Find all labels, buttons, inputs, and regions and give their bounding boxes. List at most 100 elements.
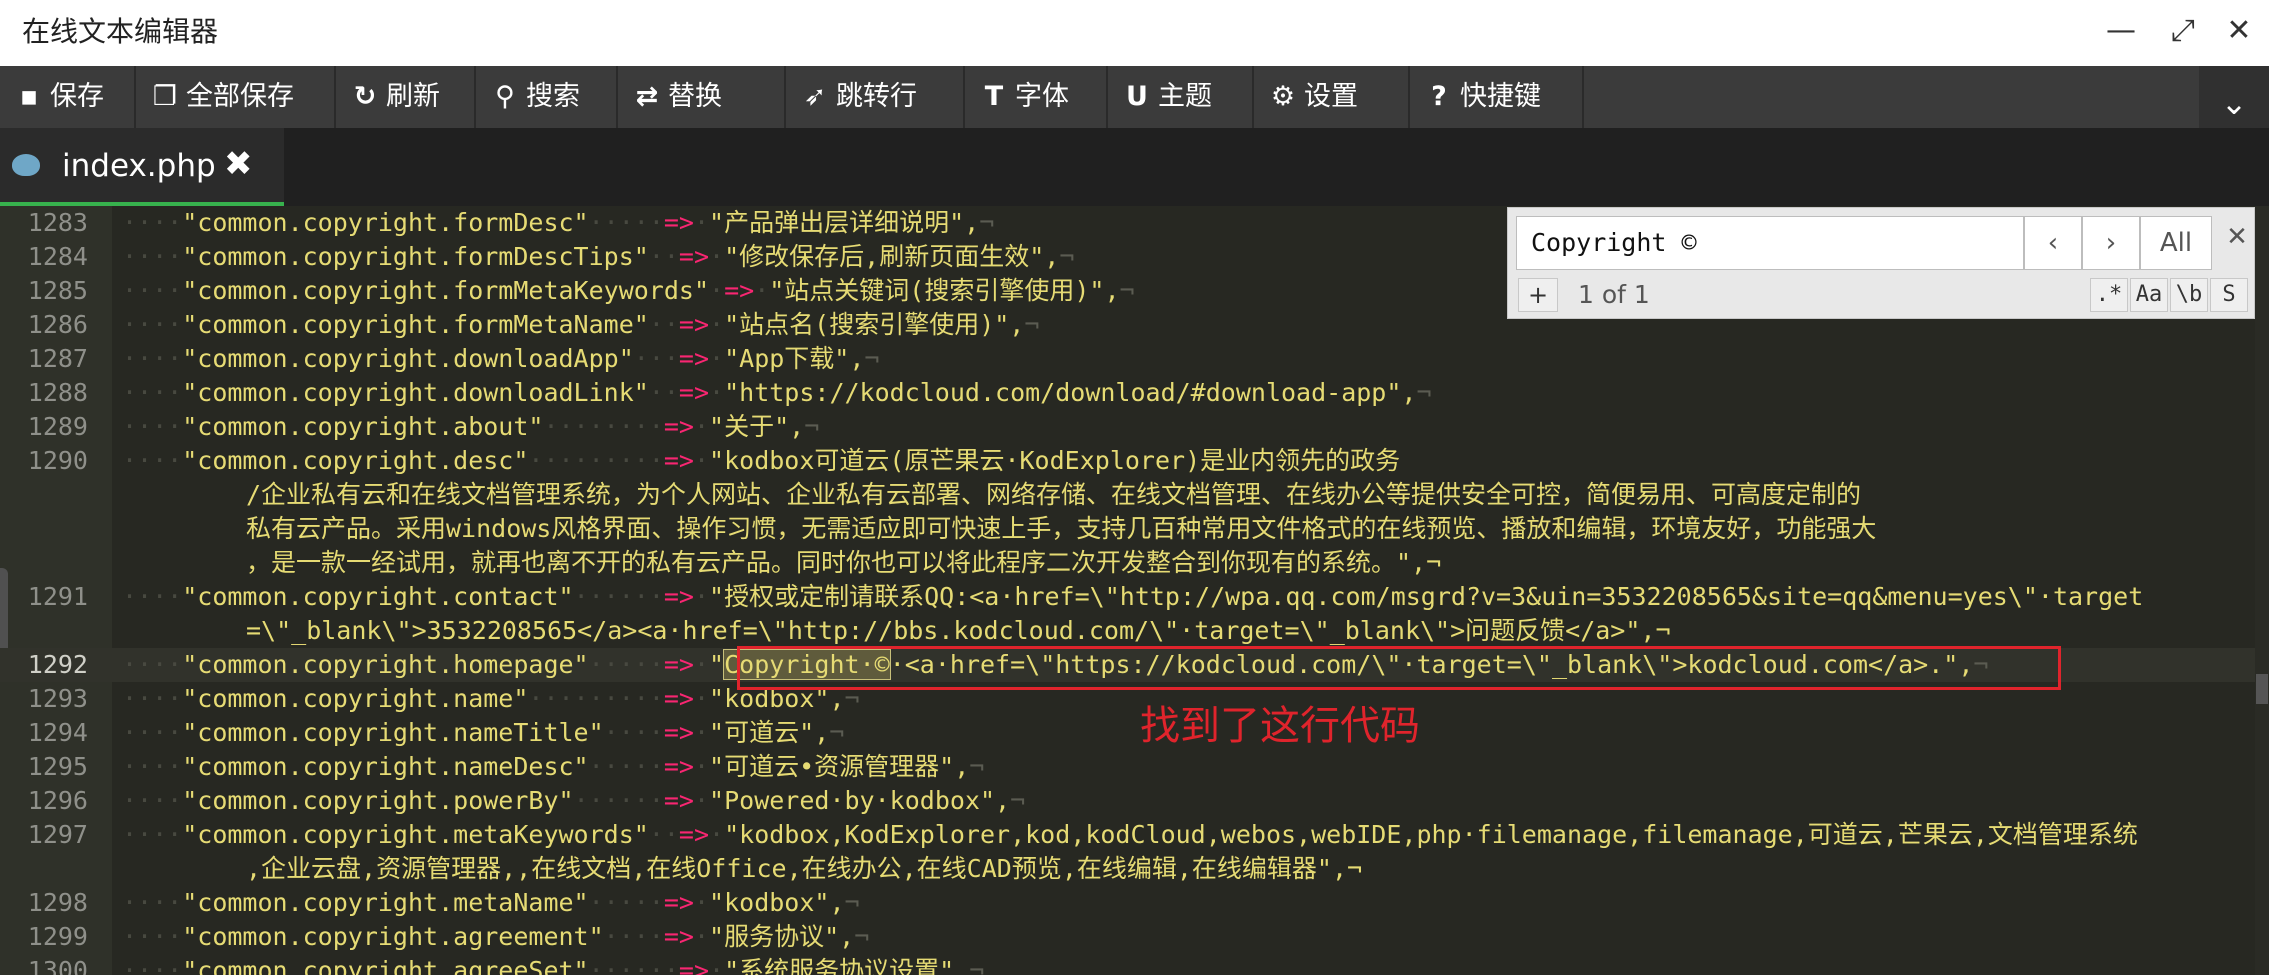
line-number: 1286 xyxy=(27,310,88,339)
tab-index-php[interactable]: index.php ✖ xyxy=(0,128,284,206)
save-icon: ▪ xyxy=(19,81,39,112)
code-editor[interactable]: 1283 ····"common.copyright.formDesc"·····… xyxy=(0,206,2269,975)
toggle-replace-button[interactable]: + xyxy=(1518,278,1558,312)
toolbar-button-6[interactable]: T 字体 xyxy=(965,66,1108,128)
padding: · xyxy=(709,956,725,975)
padding: ·· xyxy=(648,378,679,407)
padding: ····· xyxy=(588,752,664,781)
padding: · xyxy=(693,922,710,951)
indent: ···· xyxy=(122,888,183,917)
padding: · xyxy=(693,752,710,781)
search-panel: Copyright © ‹ › All ✕ + 1 of 1 .* Aa \b … xyxy=(1507,207,2255,319)
scroll-thumb[interactable] xyxy=(2256,674,2268,704)
help-icon: ? xyxy=(1431,81,1447,112)
padding: · xyxy=(693,582,710,611)
indent: ···· xyxy=(122,378,183,407)
case-option-button[interactable]: Aa xyxy=(2130,278,2168,312)
padding: · xyxy=(693,684,710,713)
close-window-button[interactable]: ✕ xyxy=(2216,8,2262,54)
operator-arrow: => xyxy=(678,378,710,407)
code-line[interactable]: 1295 ····"common.copyright.nameDesc"·····… xyxy=(0,750,2269,784)
title-bar: 在线文本编辑器 — ⤢ ✕ xyxy=(0,0,2269,66)
padding: · xyxy=(693,412,710,441)
goto-line-icon: ➶ xyxy=(803,81,827,112)
code-line[interactable]: ，是一款一经试用，就再也离不开的私有云产品。同时你也可以将此程序二次开发整合到你… xyxy=(0,546,2269,580)
eol-marker: ¬ xyxy=(969,956,985,975)
search-all-button[interactable]: All xyxy=(2140,216,2212,270)
toolbar-button-5[interactable]: ➶ 跳转行 xyxy=(786,66,965,128)
code-line[interactable]: 1297 ····"common.copyright.metaKeywords"·… xyxy=(0,818,2269,852)
search-close-icon[interactable]: ✕ xyxy=(2222,222,2252,252)
code-line[interactable]: 1287 ····"common.copyright.downloadApp"··… xyxy=(0,342,2269,376)
search-next-button[interactable]: › xyxy=(2082,216,2140,270)
toolbar-label: 字体 xyxy=(1015,81,1069,112)
indent: ···· xyxy=(122,956,183,975)
code-text: ····"common.copyright.formDescTips"··=>·… xyxy=(122,240,1074,274)
code-line[interactable]: /企业私有云和在线文档管理系统，为个人网站、企业私有云部署、网络存储、在线文档管… xyxy=(0,478,2269,512)
toolbar-button-1[interactable]: ❐ 全部保存 xyxy=(136,66,336,128)
toolbar-button-7[interactable]: U 主题 xyxy=(1108,66,1254,128)
indent: ···· xyxy=(122,650,183,679)
string-continuation: =\"_blank\">3532208565</a><a·href=\"http… xyxy=(246,616,1671,645)
toolbar-button-2[interactable]: ↻ 刷新 xyxy=(336,66,476,128)
toolbar-button-0[interactable]: ▪ 保存 xyxy=(0,66,136,128)
line-number: 1293 xyxy=(27,684,88,713)
string-key: "common.copyright.contact" xyxy=(182,582,574,611)
string-value: "系统服务协议设置", xyxy=(724,956,970,975)
maximize-button[interactable]: ⤢ xyxy=(2160,8,2206,54)
code-line[interactable]: 1291 ····"common.copyright.contact"······… xyxy=(0,580,2269,614)
code-line[interactable]: 1294 ····"common.copyright.nameTitle"····… xyxy=(0,716,2269,750)
code-line[interactable]: 1298 ····"common.copyright.metaName"·····… xyxy=(0,886,2269,920)
php-elephant-icon xyxy=(12,154,40,176)
regex-option-button[interactable]: .* xyxy=(2090,278,2128,312)
padding: · xyxy=(709,242,725,271)
search-prev-button[interactable]: ‹ xyxy=(2024,216,2082,270)
line-number: 1285 xyxy=(27,276,88,305)
toolbar-button-8[interactable]: ⚙ 设置 xyxy=(1254,66,1410,128)
string-value: "可道云", xyxy=(709,718,830,747)
indent: ···· xyxy=(122,344,183,373)
string-value: "服务协议", xyxy=(709,922,855,951)
line-number: 1287 xyxy=(27,344,88,373)
eol-marker: ¬ xyxy=(1010,786,1026,815)
font-icon: T xyxy=(984,81,1004,112)
tab-filename: index.php xyxy=(62,148,216,184)
code-text: ····"common.copyright.formMetaName"··=>·… xyxy=(122,308,1039,342)
code-line[interactable]: 1290 ····"common.copyright.desc"·········… xyxy=(0,444,2269,478)
padding: · xyxy=(754,276,770,305)
toolbar-button-4[interactable]: ⇄ 替换 xyxy=(618,66,786,128)
code-text: ····"common.copyright.metaName"·····=>·"… xyxy=(122,886,860,920)
padding: ····· xyxy=(588,650,664,679)
string-value: "Powered·by·kodbox", xyxy=(709,786,1011,815)
code-line[interactable]: 私有云产品。采用windows风格界面、操作习惯，无需适应即可快速上手，支持几百… xyxy=(0,512,2269,546)
string-key: "common.copyright.agreeSet" xyxy=(182,956,589,975)
code-text: /企业私有云和在线文档管理系统，为个人网站、企业私有云部署、网络存储、在线文档管… xyxy=(246,478,1861,512)
minimize-button[interactable]: — xyxy=(2098,8,2144,54)
indent: ···· xyxy=(122,718,183,747)
tab-close-icon[interactable]: ✖ xyxy=(224,144,253,184)
toolbar-label: 主题 xyxy=(1158,81,1212,112)
code-line[interactable]: ,企业云盘,资源管理器,,在线文档,在线Office,在线办公,在线CAD预览,… xyxy=(0,852,2269,886)
padding: · xyxy=(693,718,710,747)
string-key: "common.copyright.powerBy" xyxy=(182,786,574,815)
code-line[interactable]: =\"_blank\">3532208565</a><a·href=\"http… xyxy=(0,614,2269,648)
code-line[interactable]: 1296 ····"common.copyright.powerBy"······… xyxy=(0,784,2269,818)
code-line[interactable]: 1300 ····"common.copyright.agreeSet"·····… xyxy=(0,954,2269,975)
toolbar-button-9[interactable]: ? 快捷键 xyxy=(1410,66,1584,128)
gear-icon: ⚙ xyxy=(1270,81,1296,112)
code-line[interactable]: 1299 ····"common.copyright.agreement"····… xyxy=(0,920,2269,954)
code-line[interactable]: 1288 ····"common.copyright.downloadLink"·… xyxy=(0,376,2269,410)
toolbar: ▪ 保存 ❐ 全部保存 ↻ 刷新 ⚲ 搜索 ⇄ 替换 ➶ 跳转行 T 字体 U 主题 ⚙ 设置? 快捷键 xyxy=(0,66,2269,128)
indent: ···· xyxy=(122,820,183,849)
vertical-scrollbar[interactable] xyxy=(2255,206,2269,975)
selection-option-button[interactable]: S xyxy=(2210,278,2248,312)
search-input[interactable]: Copyright © xyxy=(1516,216,2024,270)
operator-arrow: => xyxy=(663,718,694,747)
line-number: 1297 xyxy=(27,820,88,849)
padding: ··· xyxy=(633,344,679,373)
string-continuation: 私有云产品。采用windows风格界面、操作习惯，无需适应即可快速上手，支持几百… xyxy=(246,514,1877,543)
word-option-button[interactable]: \b xyxy=(2170,278,2208,312)
code-line[interactable]: 1289 ····"common.copyright.about"········… xyxy=(0,410,2269,444)
toolbar-button-3[interactable]: ⚲ 搜索 xyxy=(476,66,618,128)
string-value: "kodbox可道云(原芒果云·KodExplorer)是业内领先的政务 xyxy=(709,446,1401,475)
